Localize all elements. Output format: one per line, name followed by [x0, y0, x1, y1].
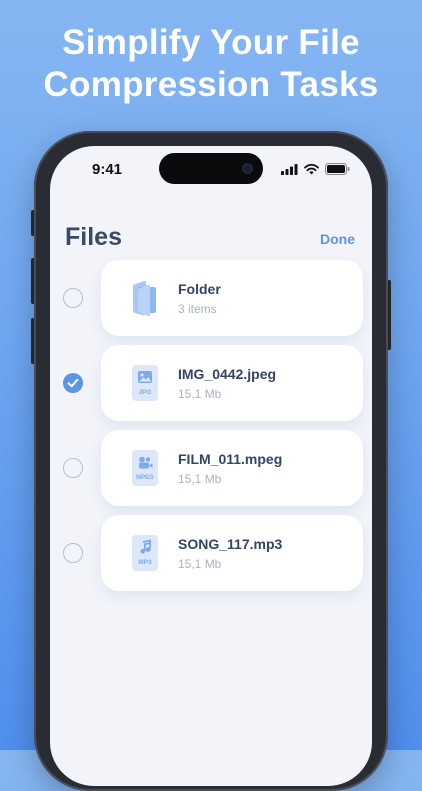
done-button[interactable]: Done [320, 231, 355, 247]
wifi-icon [304, 163, 319, 174]
list-item[interactable]: JPG IMG_0442.jpeg 15,1 Mb [50, 345, 372, 421]
battery-icon [325, 163, 350, 175]
file-type-label: MP3 [138, 559, 152, 566]
headline-line-1: Simplify Your File [62, 23, 360, 62]
file-meta: 15,1 Mb [178, 557, 222, 571]
image-file-icon: JPG [132, 365, 158, 401]
file-meta: 15,1 Mb [178, 472, 222, 486]
folder-icon [133, 280, 156, 316]
dynamic-island [159, 153, 263, 184]
file-meta: 3 items [178, 302, 217, 316]
select-checkbox[interactable] [63, 543, 83, 563]
file-name: SONG_117.mp3 [178, 536, 283, 552]
status-icons [281, 163, 350, 175]
list-item[interactable]: MPEG FILM_011.mpeg 15,1 Mb [50, 430, 372, 506]
list-item[interactable]: MP3 SONG_117.mp3 15,1 Mb [50, 515, 372, 591]
file-name: Folder [178, 281, 221, 297]
file-name: IMG_0442.jpeg [178, 366, 277, 382]
file-type-label: JPG [138, 389, 151, 396]
headline-line-2: Compression Tasks [43, 65, 379, 104]
page-title: Files [65, 223, 122, 251]
marketing-headline: Simplify Your File Compression Tasks [0, 22, 422, 106]
camera-icon [242, 163, 253, 174]
file-card[interactable]: JPG IMG_0442.jpeg 15,1 Mb [101, 345, 363, 421]
file-meta: 15,1 Mb [178, 387, 222, 401]
select-checkbox[interactable] [63, 288, 83, 308]
video-file-icon: MPEG [132, 450, 158, 486]
audio-file-icon: MP3 [132, 535, 158, 571]
status-time: 9:41 [92, 161, 123, 178]
phone-screen: 9:41 Files Done Folder 3 items JPG IMG_0… [50, 146, 372, 786]
file-type-label: MPEG [136, 475, 154, 481]
select-checkbox[interactable] [63, 373, 83, 393]
file-card[interactable]: MP3 SONG_117.mp3 15,1 Mb [101, 515, 363, 591]
checkmark-icon [67, 378, 79, 388]
file-card[interactable]: Folder 3 items [101, 260, 363, 336]
cellular-icon [281, 163, 298, 175]
select-checkbox[interactable] [63, 458, 83, 478]
list-item[interactable]: Folder 3 items [50, 260, 372, 336]
file-name: FILM_011.mpeg [178, 451, 283, 467]
file-card[interactable]: MPEG FILM_011.mpeg 15,1 Mb [101, 430, 363, 506]
